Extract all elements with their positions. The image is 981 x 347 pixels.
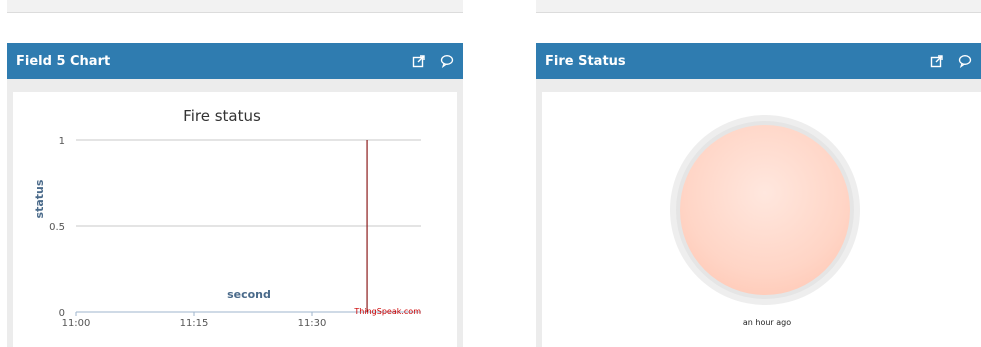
last-update-time: an hour ago [742, 318, 792, 327]
comment-icon[interactable] [440, 54, 454, 68]
lamp-ring [676, 121, 854, 299]
chart-title: Fire status [183, 107, 261, 125]
header-icons [930, 54, 972, 68]
panel-header: Fire Status [536, 43, 981, 79]
status-lamp [670, 115, 860, 305]
x-axis-label: second [227, 288, 271, 301]
header-icons [412, 54, 454, 68]
chart-area: Fire status 0 0.5 1 11:00 11:15 11:30 status… [13, 92, 457, 347]
x-tick-label: 11:00 [62, 318, 91, 329]
x-tick-label: 11:30 [298, 318, 327, 329]
top-strip-right [536, 0, 981, 13]
y-tick-label: 1 [59, 136, 65, 147]
external-link-icon[interactable] [930, 54, 944, 68]
panel-title: Field 5 Chart [16, 53, 111, 69]
panel-title: Fire Status [545, 53, 626, 69]
fire-status-panel: Fire Status an hour ago [536, 43, 981, 347]
lamp-area: an hour ago [542, 92, 981, 347]
top-strip-left [7, 0, 463, 13]
y-tick-label: 0.5 [49, 222, 65, 233]
fire-status-chart: Fire status 00.51 11:00 11:15 11:30 status… [33, 107, 421, 329]
x-tick-label: 11:15 [180, 318, 209, 329]
external-link-icon[interactable] [412, 54, 426, 68]
y-axis-label: status [33, 179, 46, 218]
lamp-indicator [680, 125, 850, 295]
panel-header: Field 5 Chart [7, 43, 463, 79]
comment-icon[interactable] [958, 54, 972, 68]
field5-chart-panel: Field 5 Chart Fire status 0 0.5 1 11:00 11:… [7, 43, 463, 347]
thingspeak-credit[interactable]: ThingSpeak.com [353, 307, 421, 316]
